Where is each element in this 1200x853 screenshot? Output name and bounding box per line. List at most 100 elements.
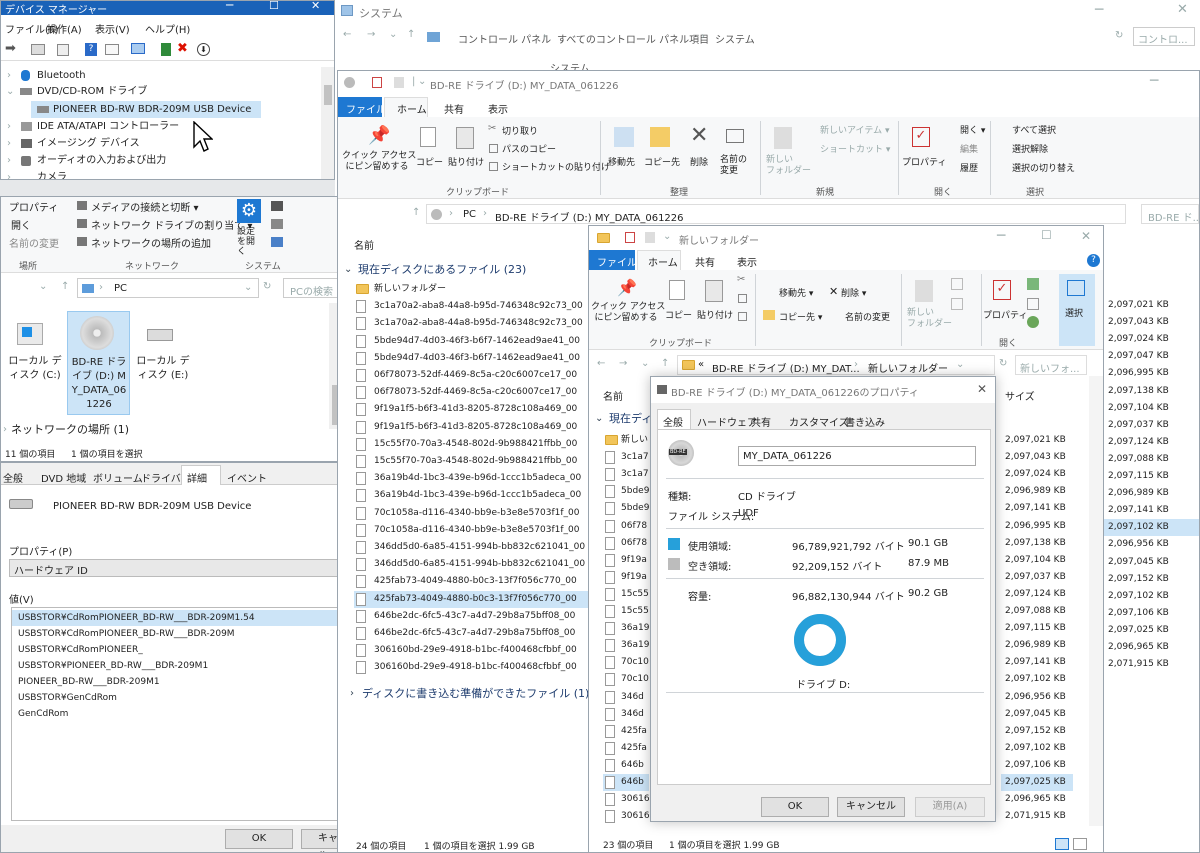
dm-minimize-button[interactable]: ─	[226, 1, 233, 12]
file-row[interactable]: 9f19a1f5-b6f3-41d3-8205-8728c108a469_00	[354, 401, 590, 418]
properties-button[interactable]: ✓ プロパティ	[902, 125, 946, 181]
size-cell[interactable]: 2,097,141 KB	[1001, 654, 1073, 671]
dlg-close-button[interactable]: ✕	[977, 382, 987, 396]
file-row[interactable]: 646be2dc-6fc5-43c7-a4d7-29b8a75bff08_00	[354, 625, 590, 642]
edit-button[interactable]: 編集	[960, 142, 978, 155]
refresh-icon[interactable]: ↻	[1115, 30, 1123, 41]
tab-general[interactable]: 全般	[3, 470, 23, 485]
drive-d[interactable]: BD-RE ドライブ (D:) MY_DATA_061226	[67, 311, 130, 415]
easy-access-button[interactable]: ショートカット ▾	[820, 142, 890, 155]
new-item-icon[interactable]	[951, 278, 963, 290]
refresh-icon[interactable]: ↻	[999, 358, 1007, 369]
ribbon-media-connect[interactable]: メディアの接続と切断 ▾	[91, 199, 199, 214]
select-all-button[interactable]: すべて選択	[1012, 123, 1056, 136]
file-row[interactable]: 36a19	[603, 637, 649, 654]
forward-arrow-icon[interactable]: →	[367, 29, 375, 40]
size-cell[interactable]: 2,097,138 KB	[1104, 383, 1199, 400]
new-folder-button[interactable]: 新しい フォルダー	[764, 125, 811, 181]
size-cell[interactable]: 2,097,115 KB	[1104, 468, 1199, 485]
size-cell[interactable]: 2,097,124 KB	[1104, 434, 1199, 451]
file-row[interactable]: 70c10	[603, 654, 649, 671]
size-cell[interactable]: 2,096,989 KB	[1104, 485, 1199, 502]
file-row[interactable]: 346d	[603, 706, 649, 723]
select-none-button[interactable]: 選択解除	[1012, 142, 1048, 155]
value-row[interactable]: PIONEER_BD-RW___BDR-209M1	[12, 674, 340, 690]
ribbon-open[interactable]: 開く	[11, 217, 31, 232]
copy-path-button[interactable]: パスのコピー	[502, 142, 556, 155]
value-row[interactable]: USBSTOR¥GenCdRom	[12, 690, 340, 706]
tab-general[interactable]: 全般	[657, 409, 691, 429]
size-cell[interactable]: 2,097,102 KB	[1104, 588, 1199, 605]
value-row[interactable]: USBSTOR¥CdRomPIONEER_	[12, 642, 340, 658]
size-cell[interactable]: 2,097,124 KB	[1001, 586, 1073, 603]
paste-button[interactable]: 貼り付け	[446, 125, 486, 181]
paste-shortcut-icon[interactable]	[738, 312, 747, 321]
value-row[interactable]: USBSTOR¥CdRomPIONEER_BD-RW___BDR-209M	[12, 626, 340, 642]
file-row[interactable]: 5bde9	[603, 500, 649, 517]
up-arrow-icon[interactable]: ↑	[407, 29, 415, 40]
dm-maximize-button[interactable]: ☐	[269, 1, 279, 12]
value-row[interactable]: GenCdRom	[12, 706, 340, 722]
toolbar-properties-icon[interactable]	[105, 44, 119, 55]
size-cell[interactable]: 2,097,037 KB	[1001, 569, 1073, 586]
size-cell[interactable]: 2,097,021 KB	[1001, 432, 1073, 449]
size-cell[interactable]: 2,097,115 KB	[1001, 620, 1073, 637]
chevron-down-icon[interactable]: ⌄	[641, 358, 649, 369]
size-cell[interactable]: 2,096,956 KB	[1001, 689, 1073, 706]
file-row[interactable]: 06f78	[603, 535, 649, 552]
col-size[interactable]: サイズ	[1005, 388, 1035, 403]
size-cell[interactable]: 2,097,152 KB	[1001, 723, 1073, 740]
large-icons-view-icon[interactable]	[1073, 838, 1087, 850]
tree-item-camera[interactable]: › カメラ	[1, 169, 321, 179]
dlg-apply-button[interactable]: 適用(A)	[915, 797, 985, 817]
bd-address-box[interactable]: › PC › BD-RE ドライブ (D:) MY_DATA_061226	[426, 204, 1126, 224]
tree-item-pioneer[interactable]: PIONEER BD-RW BDR-209M USB Device	[1, 101, 321, 118]
value-row[interactable]: USBSTOR¥CdRomPIONEER_BD-RW___BDR-209M1.5…	[12, 610, 340, 626]
tab-home[interactable]: ホーム	[384, 97, 428, 117]
forward-arrow-icon[interactable]: →	[619, 358, 627, 369]
copy-path-icon[interactable]	[738, 294, 747, 303]
copy-to-button[interactable]: コピー先	[644, 125, 680, 181]
tree-item-imaging[interactable]: › イメージング デバイス	[1, 135, 321, 152]
properties-check-icon[interactable]	[372, 77, 382, 88]
system-search-box[interactable]: コントロ...	[1133, 27, 1195, 46]
property-dropdown[interactable]: ハードウェア ID	[9, 559, 344, 577]
file-row[interactable]: 3c1a70a2-aba8-44a8-b95d-746348c92c73_00	[354, 315, 590, 332]
system-close-button[interactable]: ✕	[1177, 2, 1188, 17]
size-cell[interactable]: 2,097,043 KB	[1104, 314, 1199, 331]
size-cell[interactable]: 2,097,088 KB	[1001, 603, 1073, 620]
scrollbar-thumb[interactable]	[324, 85, 332, 105]
dm-close-button[interactable]: ✕	[311, 1, 320, 12]
move-to-button[interactable]: 移動先 ▾	[779, 286, 813, 299]
tab-events[interactable]: イベント	[227, 470, 267, 485]
size-cell[interactable]: 2,097,045 KB	[1104, 554, 1199, 571]
file-row[interactable]: 425fa	[603, 723, 649, 740]
file-row[interactable]: 30616	[603, 791, 649, 808]
size-cell[interactable]: 2,096,965 KB	[1001, 791, 1073, 808]
size-cell[interactable]: 2,097,102 KB	[1001, 671, 1073, 688]
size-cell[interactable]: 2,097,047 KB	[1104, 348, 1199, 365]
tab-file[interactable]: ファイル	[338, 97, 386, 117]
file-row[interactable]: 9f19a	[603, 569, 649, 586]
rename-button[interactable]: 名前の 変更	[718, 125, 752, 181]
size-cell[interactable]: 2,096,989 KB	[1001, 483, 1073, 500]
cut-icon[interactable]: ✂	[737, 274, 745, 285]
help-icon[interactable]: ?	[85, 43, 97, 56]
new-folder-quick-icon[interactable]	[645, 232, 655, 243]
nf-scrollbar[interactable]	[1089, 376, 1103, 826]
tab-share[interactable]: 共有	[444, 101, 464, 116]
up-arrow-icon[interactable]: ↑	[661, 358, 669, 369]
bd-search-box[interactable]: BD-RE ド...	[1141, 204, 1199, 224]
file-row[interactable]: 06f78073-52df-4469-8c5a-c20c6007ce17_00	[354, 367, 590, 384]
copy-button[interactable]: コピー	[414, 125, 444, 181]
size-cell[interactable]: 2,097,104 KB	[1104, 400, 1199, 417]
nf-search-box[interactable]: 新しいフォ...	[1015, 355, 1087, 375]
size-cell[interactable]: 2,097,025 KB	[1104, 622, 1199, 639]
chevron-down-icon[interactable]: ⌄	[39, 281, 47, 292]
size-cell[interactable]: 2,097,106 KB	[1104, 605, 1199, 622]
bd-minimize-button[interactable]: ─	[1150, 73, 1158, 89]
manage-icon[interactable]	[271, 237, 283, 247]
size-cell[interactable]: 2,097,043 KB	[1001, 449, 1073, 466]
size-cell[interactable]: 2,097,024 KB	[1104, 331, 1199, 348]
nf-maximize-button[interactable]: ☐	[1041, 228, 1052, 242]
